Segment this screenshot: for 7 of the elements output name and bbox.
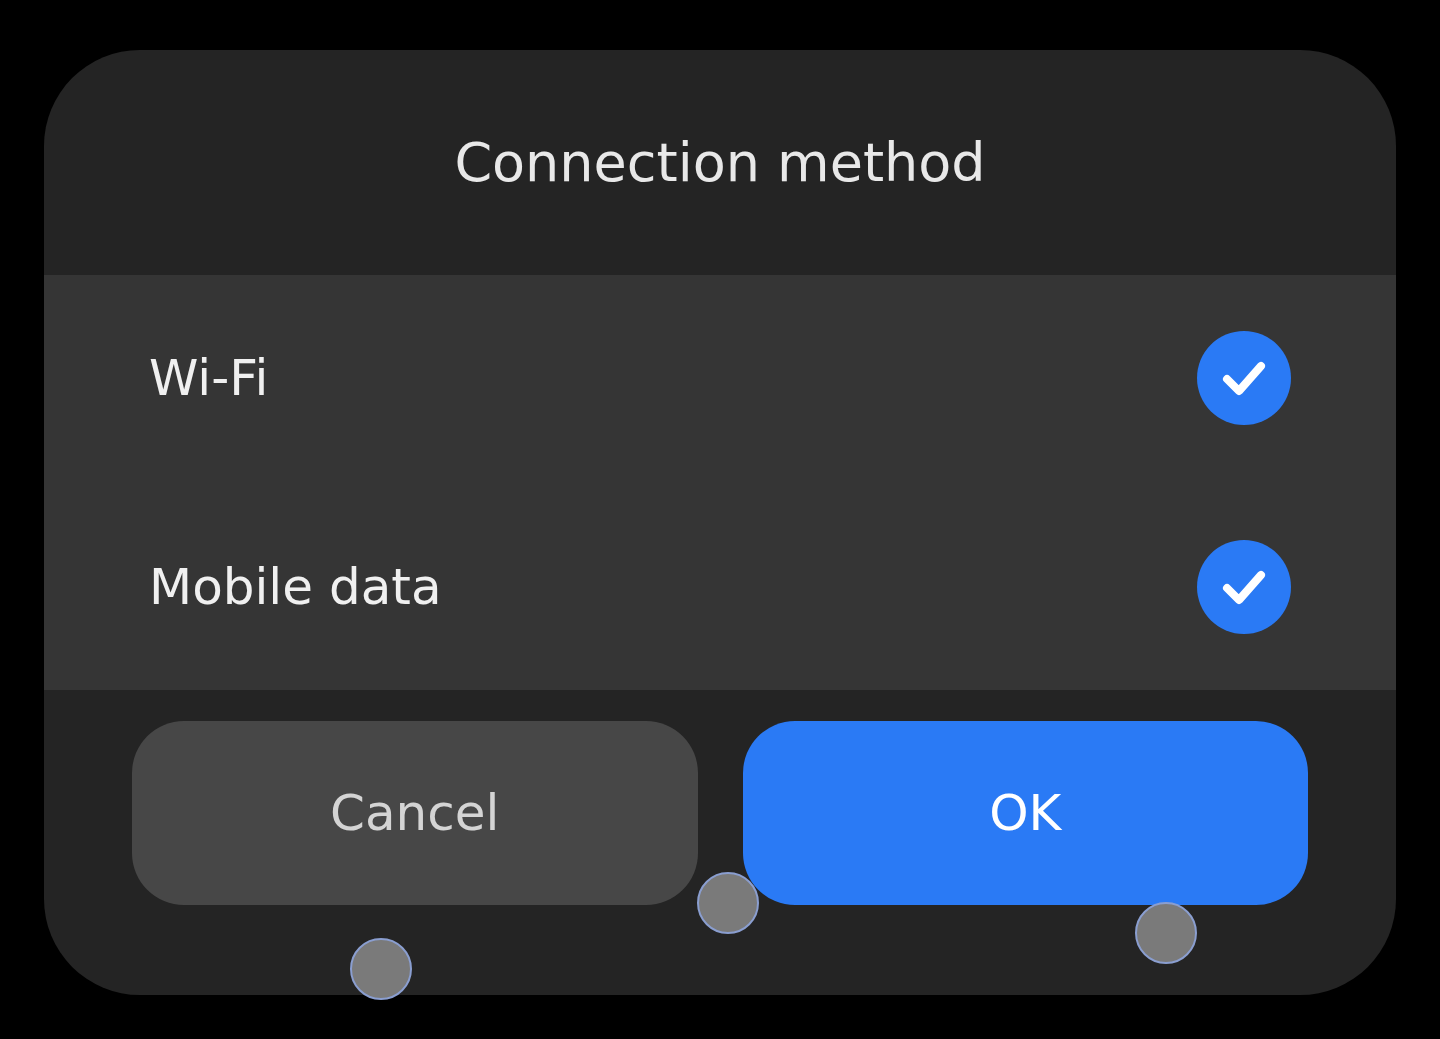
dialog-title: Connection method [454,131,986,194]
checkbox[interactable] [1197,540,1291,634]
checkbox[interactable] [1197,331,1291,425]
ok-button[interactable]: OK [742,721,1308,905]
option-label: Mobile data [149,558,442,616]
option-label: Wi-Fi [149,349,269,407]
cancel-button[interactable]: Cancel [132,721,698,905]
